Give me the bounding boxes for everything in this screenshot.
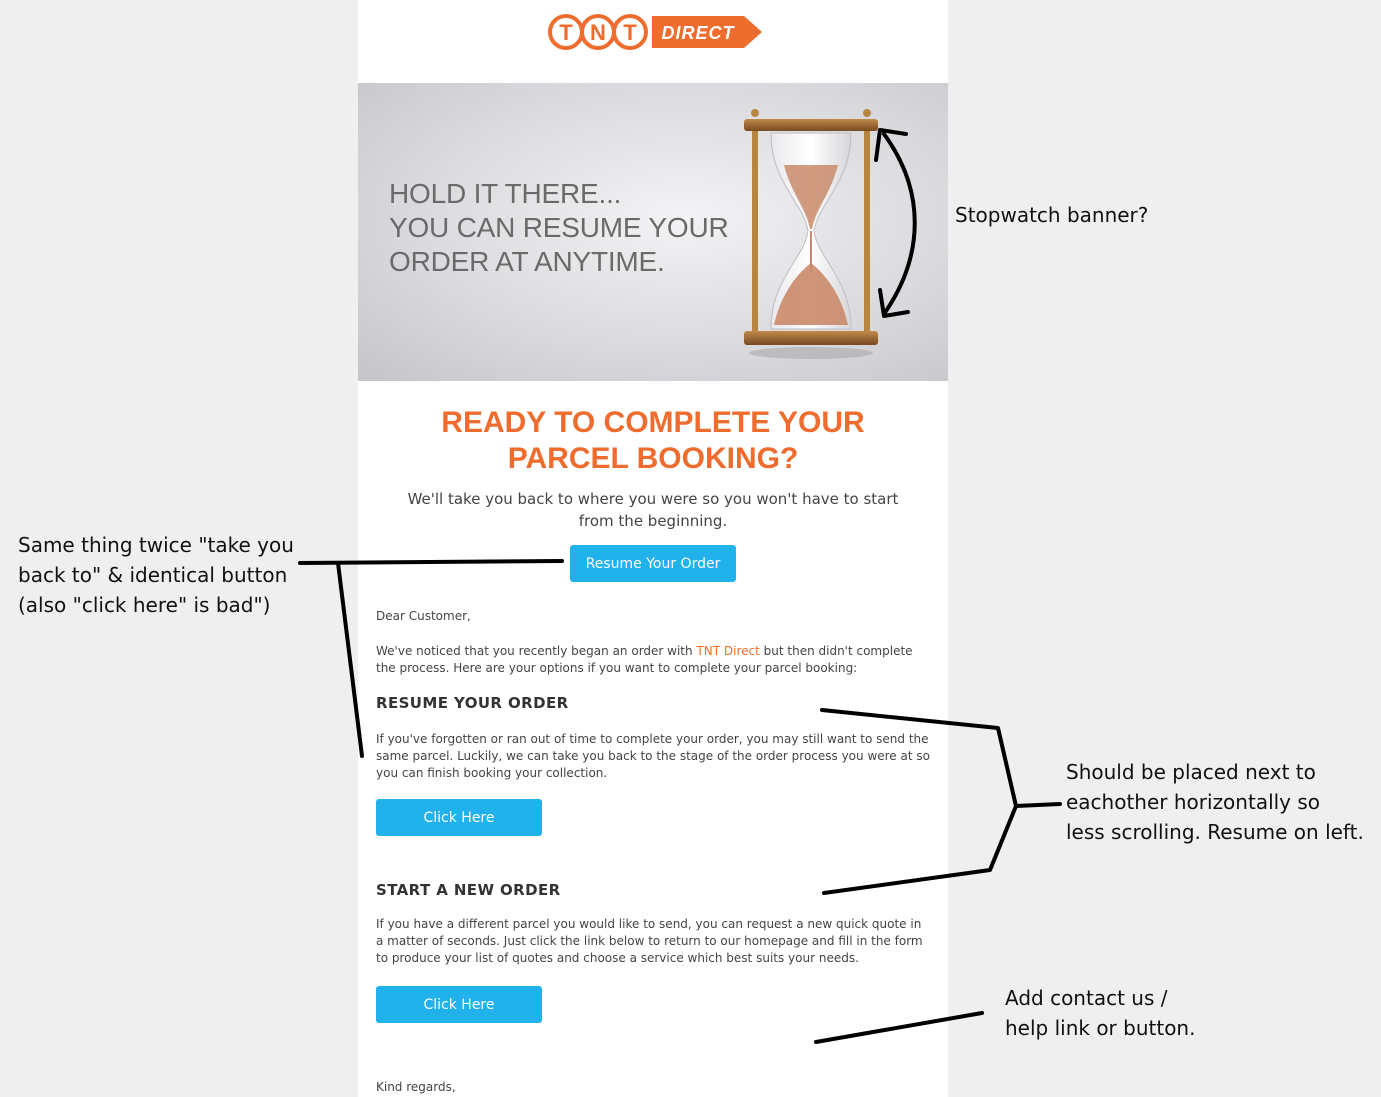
annotation-same-thing: Same thing twice "take you back to" & id… <box>18 530 294 620</box>
annotation-stopwatch: Stopwatch banner? <box>955 203 1149 227</box>
annotation-line: Should be placed next to <box>1066 760 1316 784</box>
annotation-horizontal: Should be placed next to eachother horiz… <box>1066 757 1364 847</box>
annotation-contact: Add contact us / help link or button. <box>1005 983 1195 1043</box>
banner-arrow <box>882 132 917 316</box>
annotation-line: (also "click here" is bad") <box>18 593 271 617</box>
brace-tip <box>1014 802 1062 808</box>
annotation-line: Same thing twice "take you <box>18 533 294 557</box>
brace <box>820 708 1018 895</box>
contact-pointer <box>814 1011 984 1044</box>
annotation-line: eachother horizontally so <box>1066 790 1321 814</box>
annotation-line: Add contact us / <box>1005 986 1168 1010</box>
pointer-line <box>336 561 364 758</box>
arrowhead-bottom <box>878 288 910 318</box>
annotation-line: help link or button. <box>1005 1016 1196 1040</box>
annotation-line: less scrolling. Resume on left. <box>1066 820 1364 844</box>
annotation-line: back to" & identical button <box>18 563 288 587</box>
